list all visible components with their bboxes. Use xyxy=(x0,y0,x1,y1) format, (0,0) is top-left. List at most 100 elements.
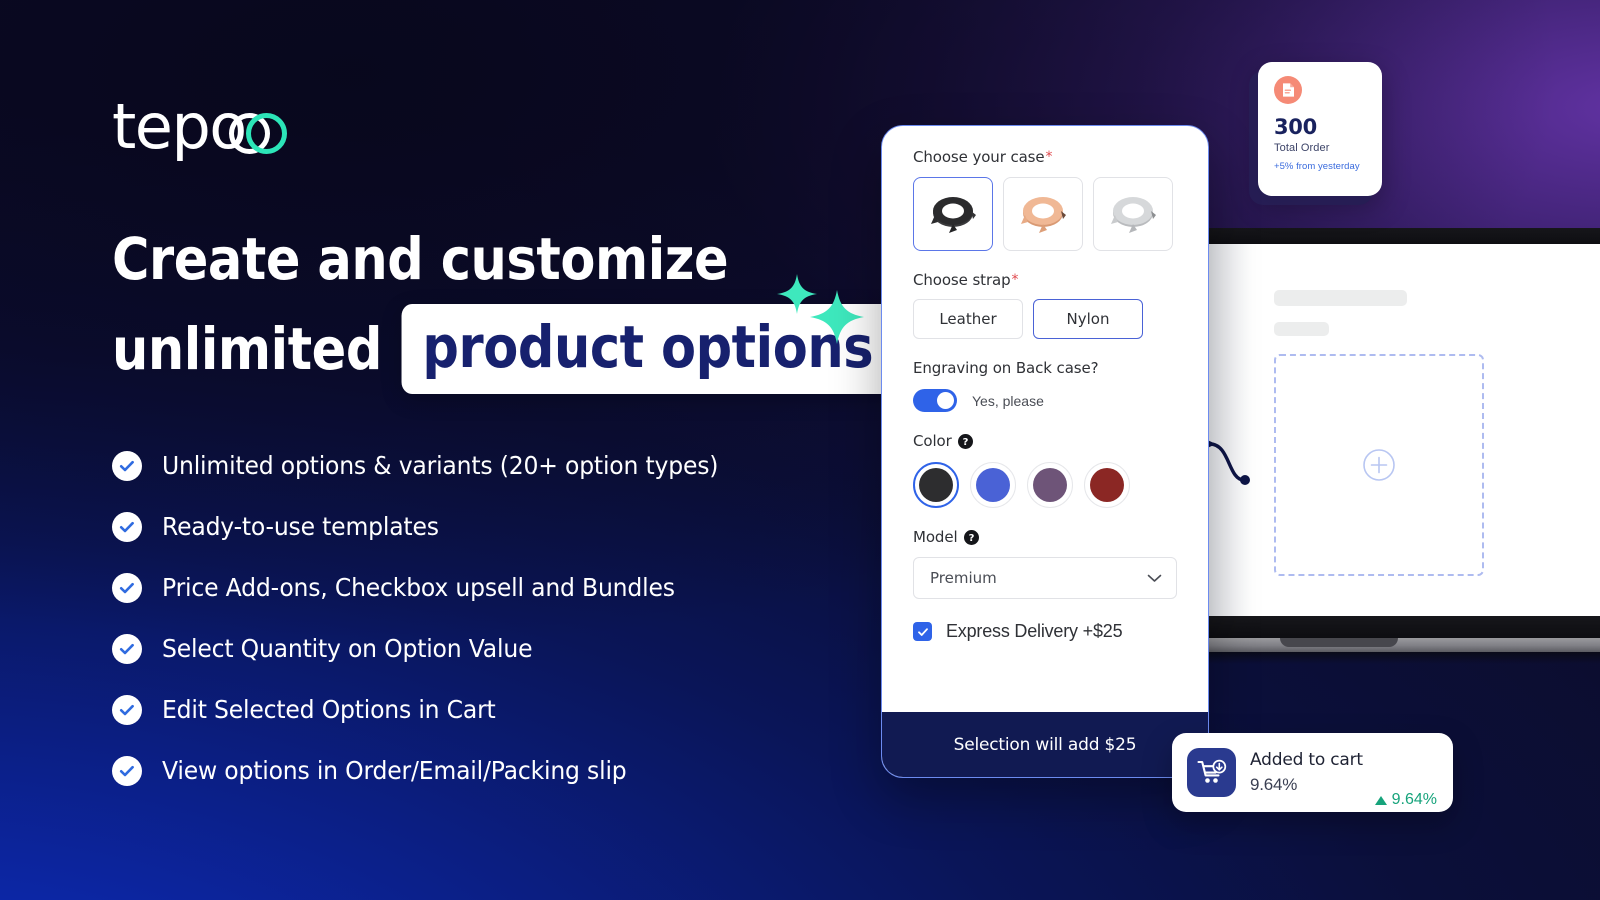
svg-text:?: ? xyxy=(968,533,974,544)
selection-total-text: Selection will add $25 xyxy=(953,734,1137,755)
black-watch-case-icon xyxy=(931,197,976,233)
model-label: Model ? xyxy=(913,528,1177,546)
feature-item: Price Add-ons, Checkbox upsell and Bundl… xyxy=(112,565,754,610)
express-delivery-label: Express Delivery +$25 xyxy=(946,621,1123,641)
feature-item: Edit Selected Options in Cart xyxy=(112,687,754,732)
check-circle-icon xyxy=(112,755,142,786)
choose-case-label: Choose your case * xyxy=(913,148,1177,166)
skeleton-bar xyxy=(1274,322,1329,336)
options-card-footer: Selection will add $25 xyxy=(882,712,1208,777)
model-select-value: Premium xyxy=(930,569,997,587)
strap-button-group: Leather Nylon xyxy=(913,299,1177,339)
shopping-cart-download-icon xyxy=(1187,748,1236,797)
engraving-group: Engraving on Back case? Yes, please xyxy=(913,359,1177,412)
case-option-silver[interactable] xyxy=(1093,177,1173,251)
express-delivery-row[interactable]: Express Delivery +$25 xyxy=(913,621,1177,642)
logo-rings-icon xyxy=(228,113,287,155)
color-label-text: Color xyxy=(913,432,952,450)
engraving-label-text: Engraving on Back case? xyxy=(913,359,1099,377)
feature-item: Unlimited options & variants (20+ option… xyxy=(112,443,754,488)
strap-option-leather[interactable]: Leather xyxy=(913,299,1023,339)
strap-group: Choose strap * Leather Nylon xyxy=(913,271,1177,339)
color-label: Color ? xyxy=(913,432,1177,450)
logo-wordmark: tepo xyxy=(112,90,247,163)
laptop-top-bezel xyxy=(1204,228,1600,244)
cart-card-texts: Added to cart 9.64% xyxy=(1250,750,1375,795)
cart-card-delta: 9.64% xyxy=(1374,791,1437,809)
stat-delta: +5% from yesterday xyxy=(1274,161,1360,172)
feature-label: Ready-to-use templates xyxy=(162,512,439,541)
product-options-card: Choose your case * Choose strap * Leathe… xyxy=(881,125,1209,778)
color-option-purple[interactable] xyxy=(1027,462,1073,508)
cart-card-value: 9.64% xyxy=(1250,775,1298,794)
banner-stage: tepo Create and customize unlimited prod… xyxy=(0,0,1600,900)
headline-highlight-badge: product options xyxy=(401,304,895,394)
feature-label: Edit Selected Options in Cart xyxy=(162,695,496,724)
feature-label: Select Quantity on Option Value xyxy=(162,634,533,663)
stat-card-total-order: 300 Total Order +5% from yesterday xyxy=(1258,62,1382,196)
laptop-mockup xyxy=(1198,228,1600,668)
feature-item: Ready-to-use templates xyxy=(112,504,754,549)
case-option-black[interactable] xyxy=(913,177,993,251)
connector-line-icon xyxy=(1206,439,1250,485)
laptop-hinge-notch xyxy=(1280,638,1398,647)
color-option-black[interactable] xyxy=(913,462,959,508)
brand-logo[interactable]: tepo xyxy=(112,90,287,163)
check-circle-icon xyxy=(112,633,142,664)
choose-strap-label-text: Choose strap xyxy=(913,271,1011,289)
laptop-screen xyxy=(1204,244,1600,616)
image-dropzone[interactable] xyxy=(1274,354,1484,576)
silver-watch-case-icon xyxy=(1111,197,1156,233)
strap-option-nylon[interactable]: Nylon xyxy=(1033,299,1143,339)
headline: Create and customize unlimited product o… xyxy=(112,214,895,394)
laptop-bottom-bezel xyxy=(1204,616,1600,638)
required-asterisk: * xyxy=(1011,272,1019,288)
feature-item: Select Quantity on Option Value xyxy=(112,626,754,671)
headline-line-1: Create and customize xyxy=(112,225,729,293)
color-option-blue[interactable] xyxy=(970,462,1016,508)
color-swatch-group xyxy=(913,462,1177,508)
color-option-dark-red[interactable] xyxy=(1084,462,1130,508)
choose-strap-label: Choose strap * xyxy=(913,271,1177,289)
rose-gold-watch-case-icon xyxy=(1021,197,1066,233)
engraving-toggle[interactable] xyxy=(913,389,957,412)
feature-label: Unlimited options & variants (20+ option… xyxy=(162,451,719,480)
case-option-rose-gold[interactable] xyxy=(1003,177,1083,251)
choose-case-label-text: Choose your case xyxy=(913,148,1045,166)
check-circle-icon xyxy=(112,450,142,481)
plus-circle-icon xyxy=(1363,449,1395,481)
color-group: Color ? xyxy=(913,432,1177,508)
feature-label: Price Add-ons, Checkbox upsell and Bundl… xyxy=(162,573,675,602)
toggle-knob xyxy=(937,392,954,409)
laptop-shadow xyxy=(1198,652,1600,664)
skeleton-bar xyxy=(1274,290,1407,306)
cart-card-delta-value: 9.64% xyxy=(1391,791,1437,808)
stat-value: 300 xyxy=(1274,115,1317,139)
engraving-toggle-label: Yes, please xyxy=(972,392,1044,409)
help-icon[interactable]: ? xyxy=(963,529,979,545)
check-circle-icon xyxy=(112,572,142,603)
model-label-text: Model xyxy=(913,528,958,546)
required-asterisk: * xyxy=(1045,149,1053,165)
product-options-body: Choose your case * Choose strap * Leathe… xyxy=(882,126,1208,712)
feature-list: Unlimited options & variants (20+ option… xyxy=(112,443,754,793)
feature-label: View options in Order/Email/Packing slip xyxy=(162,756,627,785)
model-select[interactable]: Premium xyxy=(913,557,1177,599)
express-delivery-checkbox[interactable] xyxy=(913,622,932,641)
triangle-up-icon xyxy=(1374,795,1387,805)
headline-line-2-prefix: unlimited xyxy=(112,315,382,383)
case-swatch-group xyxy=(913,177,1177,251)
engraving-toggle-row: Yes, please xyxy=(913,389,1177,412)
added-to-cart-card: Added to cart 9.64% 9.64% xyxy=(1172,733,1453,812)
check-circle-icon xyxy=(112,694,142,725)
headline-line-2: unlimited product options xyxy=(112,304,895,394)
document-icon xyxy=(1274,76,1302,104)
engraving-label: Engraving on Back case? xyxy=(913,359,1177,377)
cart-card-title: Added to cart xyxy=(1250,750,1363,770)
check-circle-icon xyxy=(112,511,142,542)
stat-label: Total Order xyxy=(1274,142,1330,154)
help-icon[interactable]: ? xyxy=(957,433,973,449)
chevron-down-icon xyxy=(1147,569,1162,587)
feature-item: View options in Order/Email/Packing slip xyxy=(112,748,754,793)
model-group: Model ? Premium xyxy=(913,528,1177,599)
